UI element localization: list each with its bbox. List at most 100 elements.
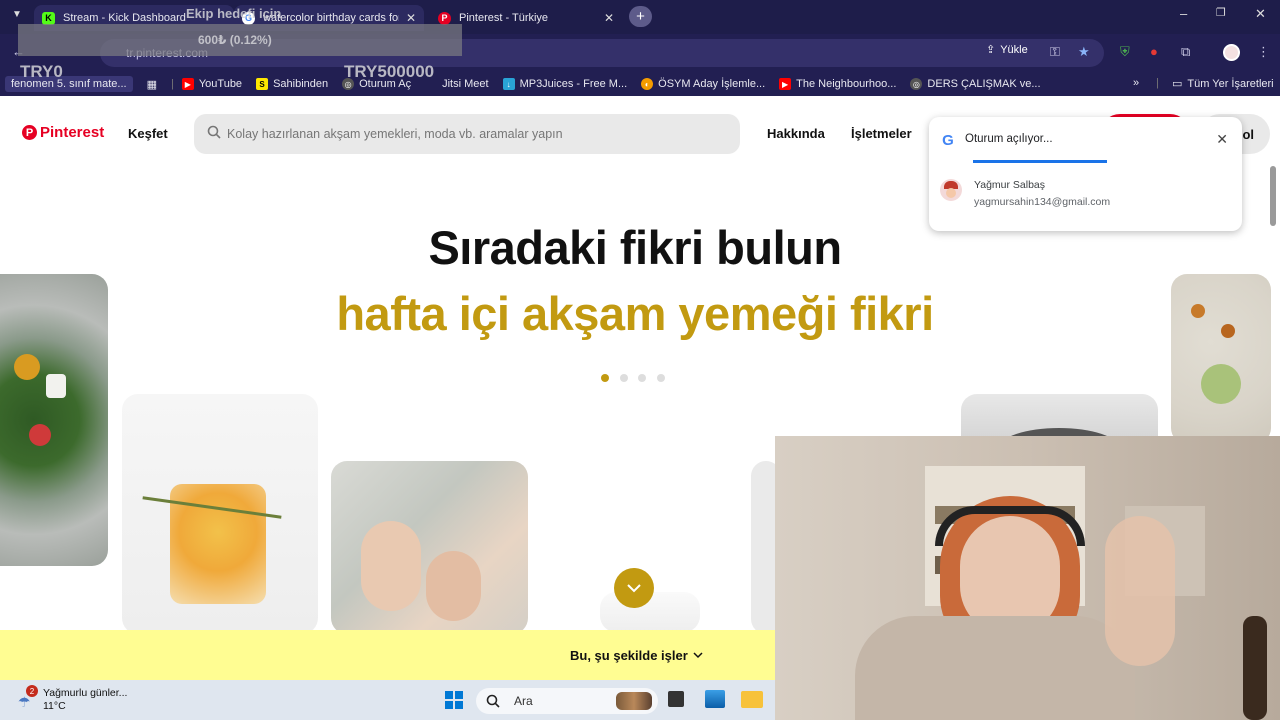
bookmark-jitsi[interactable]: Jitsi Meet (425, 78, 488, 90)
window-close-icon[interactable]: ✕ (1255, 6, 1266, 22)
notification-badge: 2 (26, 685, 38, 697)
pinterest-icon: P (438, 11, 451, 25)
business-link[interactable]: İşletmeler (851, 126, 912, 141)
weather-widget[interactable]: Yağmurlu günler... 11°C (43, 687, 127, 713)
bookmark-osym[interactable]: ◐ ÖSYM Aday İşlemle... (641, 78, 765, 90)
user-name[interactable]: Yağmur Salbaş (974, 179, 1045, 191)
pinterest-icon: P (22, 125, 37, 140)
bookmark-mp3juices[interactable]: ↓ MP3Juices - Free M... (502, 78, 628, 90)
tab-title: Pinterest - Türkiye (459, 12, 549, 24)
kick-icon: K (42, 11, 55, 25)
all-bookmarks-label: Tüm Yer İşaretleri (1187, 77, 1274, 90)
how-it-works-link[interactable]: Bu, şu şekilde işler (570, 648, 703, 663)
chickpea-image[interactable] (1171, 274, 1271, 444)
webcam-overlay (775, 436, 1280, 720)
search-icon (207, 125, 221, 139)
profile-avatar[interactable] (1223, 44, 1240, 61)
file-explorer-icon[interactable] (741, 691, 763, 708)
close-icon[interactable]: ✕ (1216, 131, 1228, 148)
youtube-icon: ▶ (181, 78, 194, 90)
headset (935, 506, 1085, 546)
guitar (1243, 616, 1267, 720)
search-input[interactable]: Kolay hazırlanan akşam yemekleri, moda v… (194, 114, 740, 154)
search-icon (486, 694, 500, 708)
hands-cooking-image[interactable] (331, 461, 528, 634)
taskbar-search[interactable]: Ara (476, 688, 658, 714)
globe-icon: ◎ (910, 78, 923, 90)
person-shirt (855, 616, 1135, 720)
apps-grid-icon[interactable]: ▦ (147, 78, 157, 91)
about-link[interactable]: Hakkında (767, 126, 825, 141)
restore-icon[interactable]: ❐ (1216, 6, 1226, 19)
youtube-icon: ▶ (779, 78, 792, 90)
goal-min: TRY0 (20, 62, 63, 81)
tab-search-chevron-icon[interactable]: ▼ (12, 9, 22, 20)
beet-slice (29, 424, 51, 446)
salad-image[interactable] (0, 274, 108, 566)
avatar-face (946, 188, 956, 198)
osym-icon: ◐ (641, 78, 654, 90)
record-extension-icon[interactable]: ● (1150, 44, 1158, 59)
login-label: ol (1242, 126, 1254, 142)
bookmark-sahibinden[interactable]: S Sahibinden (256, 78, 328, 90)
temperature: 11°C (43, 700, 66, 712)
goal-progress: 600₺ (0.12%) (198, 33, 272, 47)
upload-label: Yükle (1000, 43, 1028, 56)
explore-link[interactable]: Keşfet (128, 126, 168, 141)
goal-label: Ekip hedefi için (186, 6, 282, 21)
bookmark-neighbourhood[interactable]: ▶ The Neighbourhoo... (779, 78, 896, 90)
task-view-icon[interactable] (668, 691, 684, 707)
user-email[interactable]: yagmursahin134@gmail.com (974, 196, 1110, 208)
bookmark-star-icon[interactable]: ★ (1078, 44, 1090, 60)
password-key-icon[interactable]: ⚿ (1050, 44, 1060, 60)
divider: | (1156, 77, 1159, 89)
drink-image[interactable] (122, 394, 318, 634)
hand (361, 521, 421, 611)
weather-icon: ☂ (18, 694, 31, 710)
bookmark-label: Jitsi Meet (442, 78, 489, 90)
google-signin-popup: G Oturum açılıyor... ✕ Yağmur Salbaş yag… (929, 117, 1242, 231)
user-avatar (940, 179, 962, 201)
chickpea (1191, 304, 1205, 318)
bookmark-label: YouTube (198, 78, 243, 90)
tab-title: watercolor birthday cards for m (263, 12, 399, 24)
close-tab-icon[interactable]: ✕ (406, 11, 416, 25)
pinterest-logo[interactable]: P Pinterest (22, 124, 104, 141)
carousel-dot[interactable] (619, 374, 628, 382)
google-icon: G (942, 131, 954, 149)
new-tab-button[interactable]: + (629, 6, 652, 27)
photos-app-icon[interactable] (705, 690, 725, 708)
upload-icon: ⇪ (986, 44, 996, 56)
sahibinden-icon: S (256, 78, 269, 90)
bookmark-youtube[interactable]: ▶ YouTube (181, 78, 243, 90)
carousel-dot[interactable] (656, 374, 665, 382)
close-tab-icon[interactable]: ✕ (604, 11, 614, 25)
bookmark-label: ÖSYM Aday İşlemle... (658, 78, 766, 90)
upload-button[interactable]: ⇪ Yükle (986, 43, 1028, 57)
chickpea (1221, 324, 1235, 338)
bookmark-ders[interactable]: ◎ DERS ÇALIŞMAK ve... (910, 78, 1041, 90)
minimize-icon[interactable]: – (1180, 6, 1187, 21)
bookmarks-bar: fenomen 5. sınıf mate... ▦ | ▶ YouTube S… (0, 72, 1280, 96)
taskbar-search-label: Ara (514, 694, 533, 708)
windows-start-icon[interactable] (445, 691, 463, 709)
cheese-piece (46, 374, 66, 398)
goal-max: TRY500000 (344, 62, 435, 81)
search-placeholder: Kolay hazırlanan akşam yemekleri, moda v… (227, 127, 563, 141)
beet-slice (14, 354, 40, 380)
page-scrollbar[interactable] (1270, 166, 1276, 226)
menu-kebab-icon[interactable]: ⋮ (1257, 44, 1270, 60)
more-bookmarks-icon[interactable]: » (1133, 77, 1139, 89)
search-highlight-image (616, 692, 652, 710)
all-bookmarks-folder[interactable]: ▭ Tüm Yer İşaretleri (1172, 77, 1274, 91)
scroll-down-button[interactable] (614, 568, 654, 608)
bookmark-label: The Neighbourhoo... (796, 78, 897, 90)
hand (426, 551, 481, 621)
divider: | (170, 78, 174, 90)
shield-extension-icon[interactable]: ⛨ (1120, 44, 1130, 60)
bookmark-label: MP3Juices - Free M... (519, 78, 628, 90)
logo-text: Pinterest (40, 124, 105, 141)
extensions-puzzle-icon[interactable]: ⧉ (1181, 44, 1190, 60)
carousel-dot[interactable] (601, 374, 609, 382)
carousel-dot[interactable] (638, 374, 646, 382)
